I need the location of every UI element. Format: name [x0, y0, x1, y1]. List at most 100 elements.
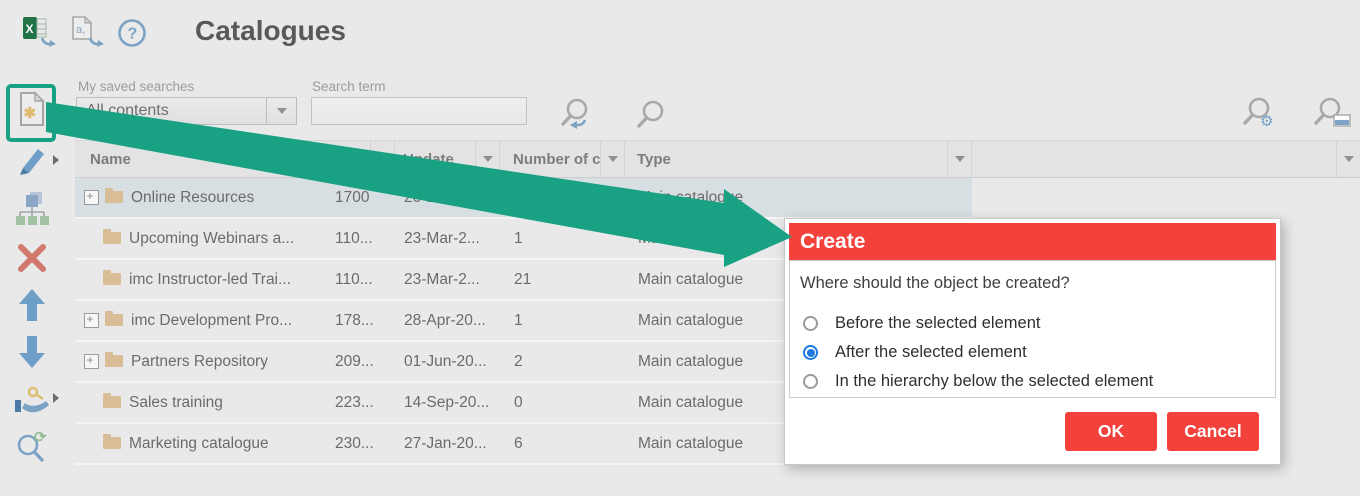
search-icon[interactable] — [636, 100, 666, 137]
hierarchy-icon[interactable] — [12, 190, 52, 228]
count-text: 0 — [514, 189, 523, 207]
cell-name: imc Development Pro... — [75, 301, 327, 340]
cell-count: 0 — [500, 178, 625, 217]
dropdown-arrow-button[interactable] — [266, 98, 296, 124]
column-header-type[interactable]: Type — [625, 141, 972, 177]
cell-id: 223... — [327, 383, 395, 422]
chevron-down-icon — [483, 156, 493, 162]
ok-button[interactable]: OK — [1065, 412, 1157, 451]
type-text: Main catalogue — [638, 189, 743, 207]
name-text: Upcoming Webinars a... — [129, 230, 294, 248]
id-text: 223... — [335, 394, 374, 412]
folder-icon — [103, 396, 121, 408]
permissions-hand-key-icon[interactable] — [12, 381, 52, 419]
cell-update: 28-Apr-20... — [395, 301, 500, 340]
chevron-down-icon — [955, 156, 965, 162]
search-reset-icon[interactable] — [560, 96, 596, 139]
radio-option-hierarchy-below[interactable]: In the hierarchy below the selected elem… — [800, 367, 1265, 396]
cell-count: 1 — [500, 301, 625, 340]
cell-type: Main catalogue — [625, 178, 972, 217]
cell-update: 23-Mar-2... — [395, 219, 500, 258]
dialog-title: Create — [789, 223, 1276, 260]
refresh-search-icon[interactable]: ⟳ — [12, 428, 52, 466]
update-text: 28-Apr-20... — [404, 312, 486, 330]
update-text: 23-Mar-2... — [404, 271, 480, 289]
radio-option-after[interactable]: After the selected element — [800, 338, 1265, 367]
column-header-label: Type — [625, 151, 947, 168]
cell-name: Online Resources — [75, 178, 327, 217]
type-text: Main catalogue — [638, 271, 743, 289]
folder-icon — [105, 191, 123, 203]
edit-submenu-arrow-icon[interactable] — [53, 155, 59, 165]
cell-update: 20-Dec-20... — [395, 178, 500, 217]
expand-plus-icon[interactable] — [84, 313, 99, 328]
type-text: Main catalogue — [638, 394, 743, 412]
column-config-arrow[interactable] — [1336, 141, 1360, 177]
column-filter-arrow[interactable] — [947, 141, 971, 177]
column-filter-arrow[interactable] — [600, 141, 624, 177]
cell-update: 23-Mar-2... — [395, 260, 500, 299]
id-text: 209... — [335, 353, 374, 371]
chevron-down-icon — [310, 156, 320, 162]
column-header-label: Name — [75, 151, 302, 168]
name-text: Partners Repository — [131, 353, 268, 371]
count-text: 0 — [514, 394, 523, 412]
folder-icon — [105, 314, 123, 326]
type-text: Main catalogue — [638, 230, 743, 248]
column-header-id[interactable]: ID — [327, 141, 395, 177]
cell-id: 110... — [327, 219, 395, 258]
export-excel-icon[interactable]: X — [22, 15, 58, 54]
cell-count: 1 — [500, 219, 625, 258]
column-filter-arrow[interactable] — [475, 141, 499, 177]
search-saved-icon[interactable] — [1313, 95, 1353, 140]
radio-label: In the hierarchy below the selected elem… — [835, 372, 1153, 391]
help-icon[interactable]: ? — [117, 18, 147, 53]
column-header-number-of-courses[interactable]: Number of c... — [500, 141, 625, 177]
column-header-label: Update — [395, 151, 475, 168]
cancel-button[interactable]: Cancel — [1167, 412, 1259, 451]
column-header-label: ID — [327, 151, 370, 168]
svg-text:a,: a, — [76, 24, 85, 36]
cell-id: 1700 — [327, 178, 395, 217]
column-header-update[interactable]: Update — [395, 141, 500, 177]
cell-name: Partners Repository — [75, 342, 327, 381]
move-down-arrow-icon[interactable] — [12, 333, 52, 371]
permissions-submenu-arrow-icon[interactable] — [53, 393, 59, 403]
update-text: 27-Jan-20... — [404, 435, 487, 453]
radio-button-icon[interactable] — [803, 374, 818, 389]
chevron-down-icon — [1344, 156, 1354, 162]
table-row[interactable]: Online Resources170020-Dec-20... 0 Main ca… — [75, 178, 972, 219]
export-text-icon[interactable]: a, — [70, 15, 106, 54]
search-settings-icon[interactable]: ⚙ — [1240, 95, 1280, 140]
radio-option-before[interactable]: Before the selected element — [800, 309, 1265, 338]
radio-button-icon[interactable] — [803, 345, 818, 360]
edit-pencil-icon[interactable] — [12, 142, 52, 180]
table-header: Name ID Update Number of c... Type — [75, 140, 1360, 178]
cell-id: 110... — [327, 260, 395, 299]
cell-name: imc Instructor-led Trai... — [75, 260, 327, 299]
saved-searches-label: My saved searches — [78, 79, 194, 94]
svg-text:⚙: ⚙ — [1260, 113, 1273, 130]
folder-icon — [103, 232, 121, 244]
svg-text:?: ? — [128, 26, 138, 43]
cell-update: 14-Sep-20... — [395, 383, 500, 422]
folder-icon — [103, 273, 121, 285]
expand-plus-icon[interactable] — [84, 190, 99, 205]
saved-searches-value: All contents — [77, 102, 266, 120]
column-filter-arrow[interactable] — [302, 141, 326, 177]
id-text: 110... — [335, 230, 373, 248]
search-term-input[interactable] — [311, 97, 527, 125]
cell-id: 230... — [327, 424, 395, 463]
delete-x-icon[interactable] — [12, 239, 52, 277]
radio-button-icon[interactable] — [803, 316, 818, 331]
column-header-filler — [972, 141, 1360, 177]
cell-name: Marketing catalogue — [75, 424, 327, 463]
column-filter-arrow[interactable] — [370, 141, 394, 177]
create-dialog: Create Where should the object be create… — [784, 218, 1281, 465]
type-text: Main catalogue — [638, 435, 743, 453]
expand-plus-icon[interactable] — [84, 354, 99, 369]
saved-searches-dropdown[interactable]: All contents — [76, 97, 297, 125]
move-up-arrow-icon[interactable] — [12, 286, 52, 324]
column-header-name[interactable]: Name — [75, 141, 327, 177]
chevron-down-icon — [378, 156, 388, 162]
